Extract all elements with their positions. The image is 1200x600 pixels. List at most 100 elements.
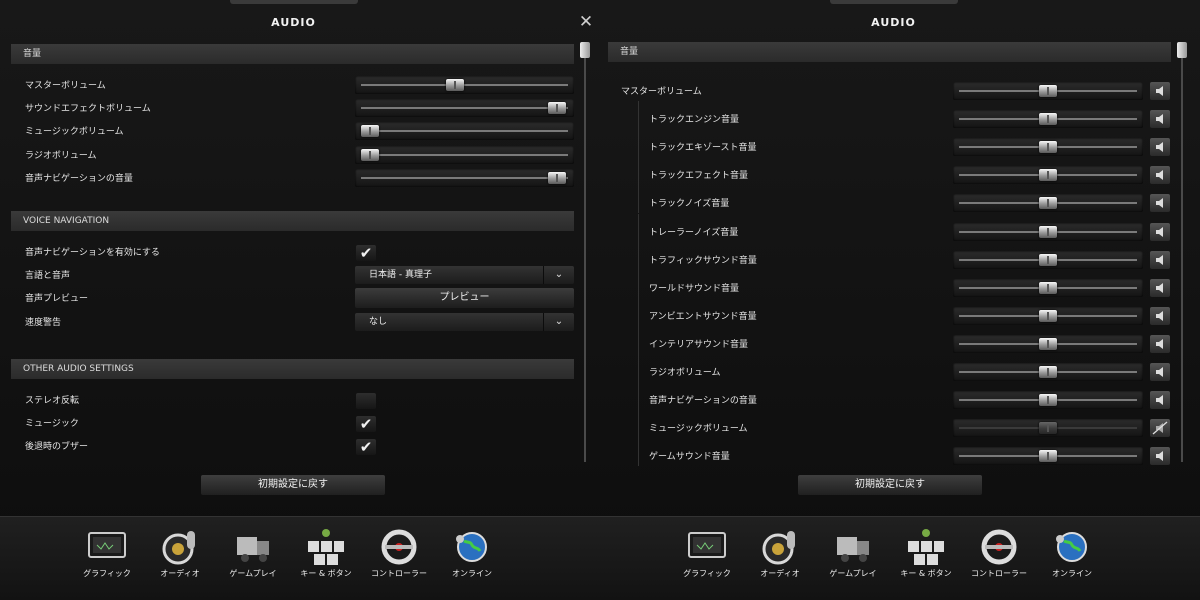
speaker-icon[interactable]	[1150, 138, 1170, 157]
speaker-icon[interactable]	[1150, 306, 1170, 325]
slider-track[interactable]	[361, 176, 568, 179]
setting-label: ミュージック	[25, 419, 79, 430]
speaker-muted-icon[interactable]	[1150, 419, 1170, 438]
volume-slider[interactable]	[953, 166, 1143, 185]
slider-track[interactable]	[361, 84, 568, 86]
globe-icon	[1052, 527, 1092, 567]
nav-item-steering-wheel[interactable]: コントローラー	[962, 521, 1036, 595]
slider-thumb[interactable]	[446, 79, 465, 91]
volume-slider[interactable]	[953, 82, 1143, 100]
slider-thumb[interactable]	[1039, 337, 1057, 350]
nav-item-label: ゲームプレイ	[229, 569, 277, 578]
speaker-icon[interactable]	[1150, 166, 1170, 185]
nav-item-truck[interactable]: ゲームプレイ	[216, 521, 290, 595]
speaker-icon[interactable]	[1150, 82, 1170, 100]
row-indent-line	[638, 410, 639, 439]
section-header: 音量	[11, 44, 574, 64]
row-indent-line	[638, 382, 639, 411]
steering-wheel-icon	[379, 527, 419, 567]
speaker-icon[interactable]	[1150, 447, 1170, 466]
setting-label: トラックエフェクト音量	[649, 171, 749, 182]
nav-item-steering-wheel[interactable]: コントローラー	[362, 521, 436, 595]
volume-slider[interactable]	[355, 76, 574, 94]
volume-slider[interactable]	[953, 419, 1143, 438]
nav-item-monitor[interactable]: グラフィック	[70, 521, 144, 595]
speaker-icon[interactable]	[1150, 110, 1170, 129]
scrollbar-handle[interactable]	[1177, 42, 1187, 58]
nav-item-speaker-microphone[interactable]: オーディオ	[143, 521, 217, 595]
volume-slider[interactable]	[953, 194, 1143, 213]
volume-slider[interactable]	[953, 222, 1143, 241]
slider-thumb[interactable]	[548, 171, 567, 184]
keyboard-keys-icon	[906, 527, 946, 567]
slider-thumb[interactable]	[361, 125, 379, 138]
setting-label: トラックエンジン音量	[649, 115, 740, 126]
slider-track[interactable]	[361, 153, 568, 156]
close-icon[interactable]: ✕	[576, 12, 596, 32]
speaker-icon[interactable]	[1150, 391, 1170, 410]
volume-slider[interactable]	[953, 391, 1143, 410]
setting-label: ステレオ反転	[25, 396, 80, 406]
speaker-icon[interactable]	[1150, 278, 1170, 297]
slider-thumb[interactable]	[548, 102, 567, 115]
nav-item-globe[interactable]: オンライン	[435, 521, 509, 595]
slider-thumb[interactable]	[1039, 309, 1057, 322]
slider-thumb[interactable]	[1039, 113, 1057, 126]
scrollbar[interactable]	[1176, 42, 1188, 462]
speaker-icon[interactable]	[1150, 334, 1170, 353]
slider-track[interactable]	[361, 130, 568, 133]
volume-slider[interactable]	[953, 363, 1143, 381]
slider-thumb[interactable]	[1039, 422, 1057, 435]
volume-slider[interactable]	[355, 168, 574, 187]
nav-item-truck[interactable]: ゲームプレイ	[816, 521, 890, 595]
speaker-icon[interactable]	[1150, 250, 1170, 269]
volume-slider[interactable]	[355, 99, 574, 118]
slider-thumb[interactable]	[1039, 169, 1057, 182]
volume-slider[interactable]	[953, 278, 1143, 297]
volume-slider[interactable]	[953, 250, 1143, 269]
dropdown[interactable]: なし ⌄	[355, 312, 574, 331]
volume-slider[interactable]	[953, 138, 1143, 157]
preview-button[interactable]: プレビュー	[355, 288, 574, 309]
slider-thumb[interactable]	[1039, 225, 1057, 238]
checkbox[interactable]: ✔	[356, 416, 376, 433]
nav-item-speaker-microphone[interactable]: オーディオ	[743, 521, 817, 595]
slider-thumb[interactable]	[1039, 450, 1057, 463]
checkbox[interactable]: ✔	[356, 245, 376, 261]
speaker-icon[interactable]	[1150, 363, 1170, 381]
speaker-icon[interactable]	[1150, 222, 1170, 241]
checkbox[interactable]: ✔	[356, 439, 376, 456]
nav-item-keyboard-keys[interactable]: キー & ボタン	[889, 521, 963, 595]
speaker-icon[interactable]	[1150, 194, 1170, 213]
volume-slider[interactable]	[953, 110, 1143, 129]
slider-thumb[interactable]	[1039, 253, 1057, 266]
slider-thumb[interactable]	[1039, 394, 1057, 407]
slider-thumb[interactable]	[1039, 141, 1057, 154]
setting-label: ミュージックボリューム	[25, 127, 124, 138]
scrollbar[interactable]	[579, 42, 591, 462]
nav-item-monitor[interactable]: グラフィック	[670, 521, 744, 595]
reset-defaults-button[interactable]: 初期設定に戻す	[201, 475, 385, 495]
nav-item-keyboard-keys[interactable]: キー & ボタン	[289, 521, 363, 595]
checkbox[interactable]	[356, 393, 376, 409]
dropdown[interactable]: 日本語 - 真理子 ⌄	[355, 266, 574, 285]
chevron-down-icon[interactable]: ⌄	[543, 266, 574, 285]
slider-track[interactable]	[361, 107, 568, 110]
truck-icon	[833, 527, 873, 567]
volume-slider[interactable]	[953, 306, 1143, 325]
scrollbar-handle[interactable]	[580, 42, 590, 58]
slider-thumb[interactable]	[1039, 85, 1057, 97]
volume-slider[interactable]	[953, 447, 1143, 466]
volume-slider[interactable]	[355, 145, 574, 164]
row-indent-line	[638, 129, 639, 158]
slider-thumb[interactable]	[1039, 197, 1057, 210]
reset-defaults-button[interactable]: 初期設定に戻す	[798, 475, 982, 495]
slider-thumb[interactable]	[361, 148, 379, 161]
nav-item-globe[interactable]: オンライン	[1035, 521, 1109, 595]
volume-slider[interactable]	[953, 334, 1143, 353]
chevron-down-icon[interactable]: ⌄	[543, 312, 574, 331]
audio-settings-panel-right: AUDIO 音量 マスターボリューム トラックエンジン音量 トラックエキゾースト音量…	[600, 0, 1200, 600]
volume-slider[interactable]	[355, 122, 574, 141]
slider-thumb[interactable]	[1039, 281, 1057, 294]
slider-thumb[interactable]	[1039, 366, 1057, 378]
